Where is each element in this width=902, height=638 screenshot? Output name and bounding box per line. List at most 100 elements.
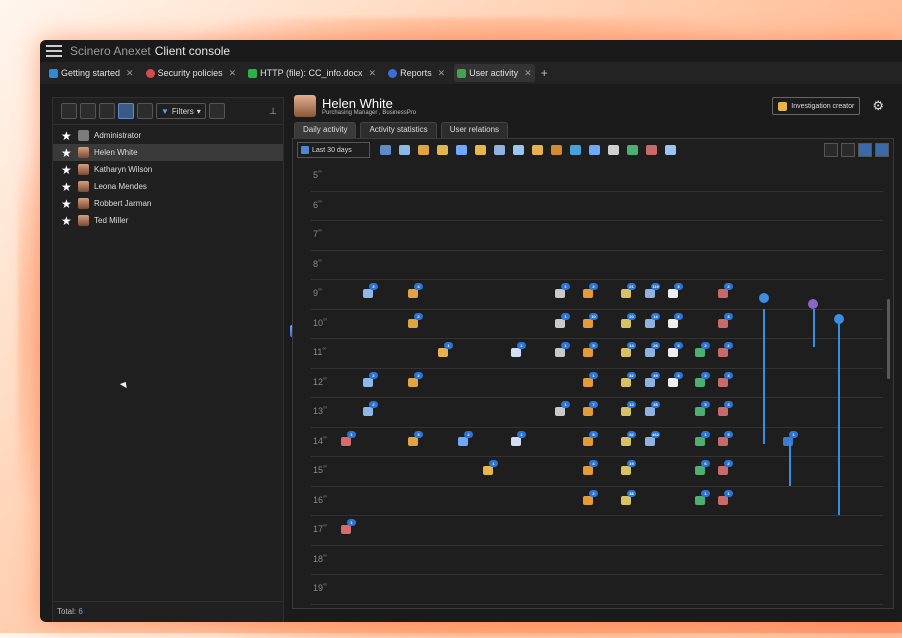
activity-event-icon[interactable]: 1 [718, 489, 733, 505]
activity-event-icon[interactable]: 1 [438, 342, 453, 357]
activity-event-icon[interactable]: 2 [363, 371, 378, 387]
activity-event-icon[interactable]: 1 [695, 430, 710, 446]
filter-keyboard-icon[interactable] [589, 145, 600, 155]
activity-event-icon[interactable]: 2 [718, 460, 733, 475]
activity-event-icon[interactable]: 49 [645, 371, 660, 387]
tab-daily-activity[interactable]: Daily activity [294, 122, 357, 138]
card-view-icon[interactable] [137, 103, 153, 119]
tab-user-relations[interactable]: User relations [440, 122, 509, 138]
activity-event-icon[interactable]: 2 [583, 489, 598, 505]
activity-event-icon[interactable]: 5 [583, 342, 598, 357]
users-view-icon[interactable] [80, 103, 96, 119]
activity-event-icon[interactable]: 4 [408, 283, 423, 298]
activity-event-icon[interactable]: 26 [645, 342, 660, 357]
list-item[interactable]: ★ Ted Miller [53, 212, 283, 229]
investigation-creator-button[interactable]: Investigation creator [772, 97, 861, 115]
filter-remote-icon[interactable] [532, 145, 543, 155]
activity-event-icon[interactable]: 1 [555, 312, 570, 328]
session-line[interactable] [813, 308, 815, 347]
activity-event-icon[interactable]: 1 [555, 401, 570, 416]
filter-email-icon[interactable] [380, 145, 391, 155]
star-icon[interactable]: ★ [61, 214, 75, 228]
activity-event-icon[interactable]: 1 [511, 430, 526, 446]
filter-folder-icon[interactable] [475, 145, 486, 155]
session-bubble-icon[interactable] [834, 313, 844, 324]
activity-event-icon[interactable]: 1 [555, 342, 570, 357]
activity-event-icon[interactable]: 32 [621, 371, 636, 387]
tab-getting-started[interactable]: Getting started ✕ [46, 64, 137, 82]
list-item[interactable]: ★ Leona Mendes [53, 178, 283, 195]
session-line[interactable] [763, 308, 765, 445]
filter-usb-icon[interactable] [456, 145, 467, 155]
filter-printer-icon[interactable] [494, 145, 505, 155]
activity-event-icon[interactable]: 1 [555, 283, 570, 298]
activity-event-icon[interactable]: 3 [408, 430, 423, 446]
activity-event-icon[interactable]: 1 [511, 342, 526, 357]
filter-email-in-icon[interactable] [399, 145, 410, 155]
activity-event-icon[interactable]: 119 [645, 283, 660, 298]
filter-document-icon[interactable] [418, 145, 429, 155]
filter-app-icon[interactable] [627, 145, 638, 155]
activity-event-icon[interactable]: 1 [483, 460, 498, 475]
list-item[interactable]: ★ Katharyn Wilson [53, 161, 283, 178]
star-icon[interactable]: ★ [61, 197, 75, 211]
activity-event-icon[interactable]: 2 [668, 312, 683, 328]
chart-view-icon[interactable] [824, 143, 838, 157]
gear-icon[interactable]: ⚙ [872, 98, 884, 114]
activity-event-icon[interactable]: 1 [341, 430, 356, 446]
star-icon[interactable]: ★ [61, 163, 75, 177]
activity-event-icon[interactable]: 21 [621, 283, 636, 298]
date-range-select[interactable]: Last 30 days [297, 142, 370, 158]
folder-view-icon[interactable] [61, 103, 77, 119]
filter-chat-icon[interactable] [665, 145, 676, 155]
filter-web-icon[interactable] [646, 145, 657, 155]
activity-event-icon[interactable]: 2 [718, 342, 733, 357]
activity-event-icon[interactable]: 19 [621, 460, 636, 475]
session-line[interactable] [838, 323, 840, 515]
refresh-icon[interactable] [208, 103, 225, 119]
activity-event-icon[interactable]: 35 [645, 401, 660, 416]
activity-event-icon[interactable]: 2 [458, 430, 473, 446]
activity-event-icon[interactable]: 2 [408, 371, 423, 387]
session-bubble-icon[interactable] [808, 298, 818, 309]
activity-event-icon[interactable]: 32 [621, 430, 636, 446]
activity-event-icon[interactable]: 2 [695, 371, 710, 387]
activity-event-icon[interactable]: 5 [583, 430, 598, 446]
activity-event-icon[interactable]: 5 [695, 401, 710, 416]
filter-screen-icon[interactable] [570, 145, 581, 155]
grid-view-icon[interactable] [841, 143, 855, 157]
scrollbar[interactable] [887, 139, 891, 608]
activity-event-icon[interactable]: 2 [408, 312, 423, 328]
activity-event-icon[interactable]: 10 [583, 312, 598, 328]
scrollbar-thumb[interactable] [887, 299, 890, 379]
activity-event-icon[interactable]: 2 [363, 401, 378, 416]
activity-event-icon[interactable]: 6 [695, 460, 710, 475]
star-icon[interactable]: ★ [61, 146, 75, 160]
star-icon[interactable]: ★ [61, 180, 75, 194]
filters-button[interactable]: ▼ Filters ▾ [156, 103, 206, 119]
activity-event-icon[interactable]: 1 [783, 430, 798, 446]
tab-activity-statistics[interactable]: Activity statistics [360, 122, 437, 138]
activity-event-icon[interactable]: 3 [718, 401, 733, 416]
activity-event-icon[interactable]: 5 [718, 430, 733, 446]
activity-event-icon[interactable]: 2 [583, 283, 598, 298]
filter-logon-icon[interactable] [551, 145, 562, 155]
session-line[interactable] [789, 441, 791, 486]
activity-event-icon[interactable]: 2 [695, 342, 710, 357]
close-tab-icon[interactable]: ✕ [126, 68, 134, 79]
activity-event-icon[interactable]: 3 [363, 283, 378, 298]
filter-cloud-icon[interactable] [513, 145, 524, 155]
activity-event-icon[interactable]: 7 [583, 401, 598, 416]
hierarchy-view-icon[interactable] [99, 103, 115, 119]
star-icon[interactable]: ★ [61, 129, 75, 143]
filter-print-icon[interactable] [437, 145, 448, 155]
session-bubble-icon[interactable] [759, 292, 769, 303]
activity-event-icon[interactable]: 12 [621, 401, 636, 416]
timeline-view-icon[interactable] [858, 143, 872, 157]
close-tab-icon[interactable]: ✕ [229, 68, 237, 79]
tab-security-policies[interactable]: Security policies ✕ [143, 64, 240, 82]
activity-event-icon[interactable]: 14 [621, 342, 636, 357]
activity-event-icon[interactable]: 38 [621, 489, 636, 505]
activity-event-icon[interactable]: 20 [621, 312, 636, 328]
list-item[interactable]: ★ Helen White [53, 144, 283, 161]
